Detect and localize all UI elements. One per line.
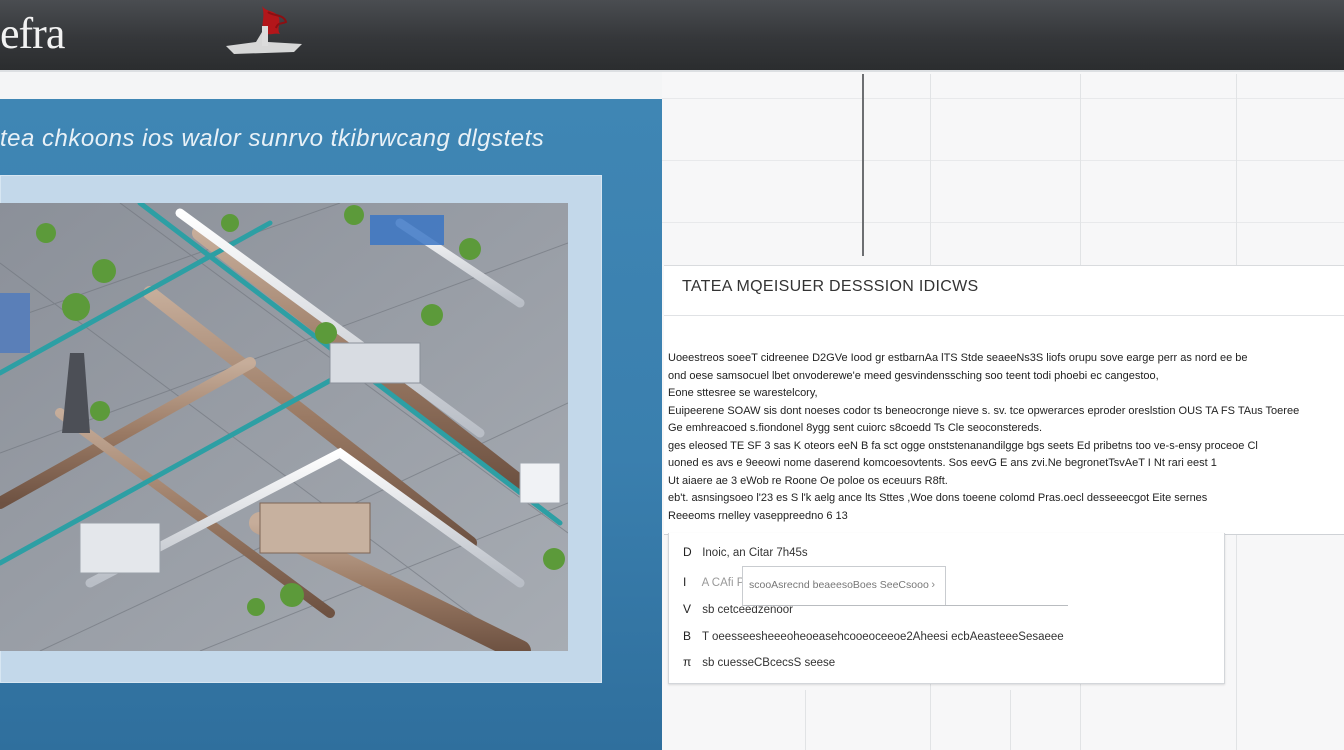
info-heading: TATEA MQEISUER DESSSION IDICWS bbox=[682, 278, 979, 295]
top-bar: efra bbox=[0, 0, 1344, 70]
info-line: ond oese samsocuel lbet onvoderewe'e mee… bbox=[668, 369, 1159, 382]
list-item-label: Inoic, an Citar 7h45s bbox=[702, 547, 808, 559]
left-panel: tea chkoons ios walor sunrvo tkibrwcang … bbox=[0, 99, 662, 750]
input-underline bbox=[744, 605, 1068, 606]
info-body: Uoeestreos soeeT cidreenee D2GVe Iood gr… bbox=[668, 350, 1340, 525]
list-item[interactable]: π sb cuesseCBcecsS seese bbox=[683, 655, 835, 675]
grid-line bbox=[662, 222, 1344, 223]
info-line: eb't. asnsingsoeo l'23 es S l'k aelg anc… bbox=[668, 492, 1208, 504]
grid-line bbox=[662, 160, 1344, 161]
list-marker: V bbox=[683, 602, 692, 616]
list-card: D Inoic, an Citar 7h45s I A CAfi Pu 21 A… bbox=[668, 533, 1225, 684]
info-line: ges eleosed TE SF 3 sas K oteors eeN B f… bbox=[668, 439, 1258, 452]
vertical-divider bbox=[862, 74, 864, 256]
list-marker: B bbox=[683, 629, 692, 643]
list-item[interactable]: D Inoic, an Citar 7h45s bbox=[683, 545, 808, 565]
info-line: Ge emhreacoed s.fiondonel 8ygg sent cuio… bbox=[668, 422, 1043, 434]
info-line: Uoeestreos soeeT cidreenee D2GVe Iood gr… bbox=[668, 352, 1248, 364]
dropdown-value: scooAsrecnd beaeesoBoes SeeCsooo bbox=[749, 579, 929, 591]
panel-title: tea chkoons ios walor sunrvo tkibrwcang … bbox=[0, 125, 545, 152]
grid-line bbox=[1010, 690, 1011, 750]
info-card: TATEA MQEISUER DESSSION IDICWS Uoeestreo… bbox=[664, 265, 1344, 535]
list-marker: π bbox=[683, 655, 692, 669]
list-marker: I bbox=[683, 575, 687, 589]
image-frame bbox=[0, 175, 602, 683]
divider bbox=[664, 315, 1344, 316]
info-line: Eone sttesree se warestelcory, bbox=[668, 387, 818, 399]
select-dropdown[interactable]: scooAsrecnd beaeesoBoes SeeCsooo › bbox=[742, 566, 946, 606]
list-item[interactable]: B T oeesseesheeeoheoeasehcooeoceeoe2Ahee… bbox=[683, 629, 1064, 649]
brand-mark-icon bbox=[226, 6, 302, 54]
grid-line bbox=[662, 98, 1344, 99]
pipeline-plant-image[interactable] bbox=[0, 203, 568, 651]
grid-line bbox=[805, 690, 806, 750]
list-item-label: sb cuesseCBcecsS seese bbox=[702, 657, 836, 669]
list-marker: D bbox=[683, 545, 692, 559]
info-line: Euipeerene SOAW sis dont noeses codor ts… bbox=[668, 404, 1300, 417]
info-line: Reeeoms rnelley vaseppreedno 6 13 bbox=[668, 509, 848, 522]
chevron-right-icon: › bbox=[931, 579, 935, 591]
logo[interactable]: efra bbox=[0, 8, 65, 60]
info-line: uoned es avs e 9eeowi nome daserend komc… bbox=[668, 457, 1217, 469]
info-line: Ut aiaere ae 3 eWob re Roone Oe poloe os… bbox=[668, 474, 948, 487]
list-item-label: T oeesseesheeeoheoeasehcooeoceeoe2Aheesi… bbox=[702, 631, 1064, 643]
